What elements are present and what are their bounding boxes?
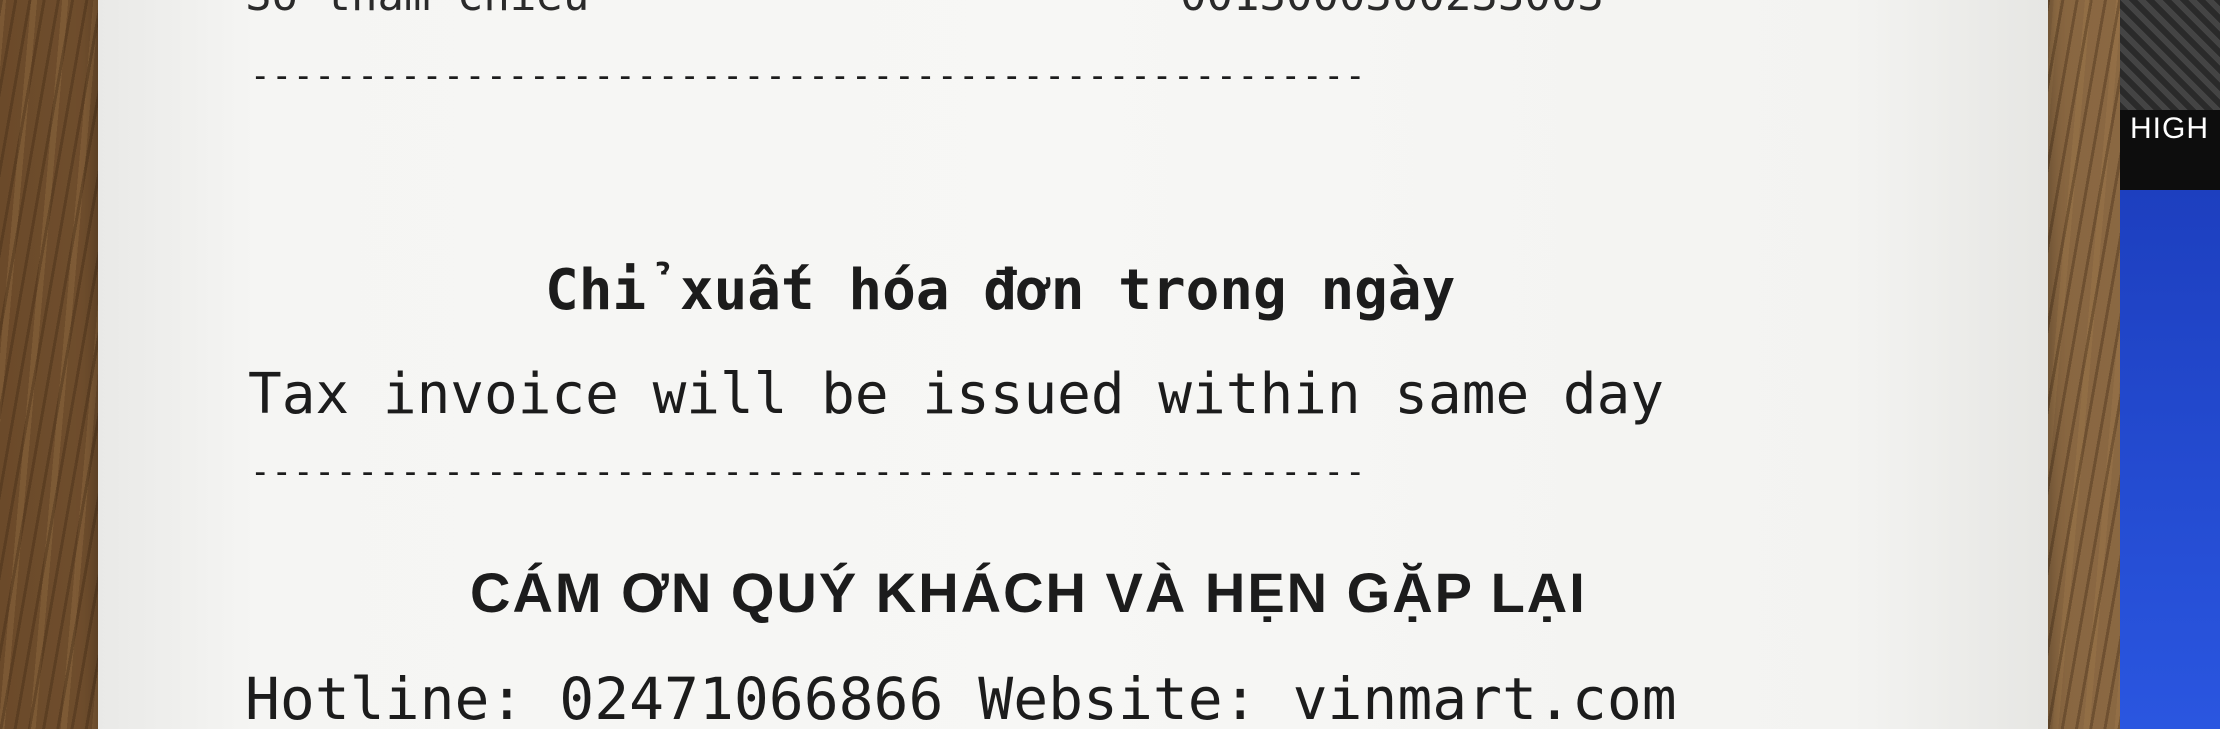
- thank-you-message: CÁM ƠN QUÝ KHÁCH VÀ HẸN GẶP LẠI: [470, 561, 1587, 624]
- reference-number: 0013000300233003: [1180, 0, 1604, 21]
- blue-product-box: HIGH: [2120, 0, 2220, 729]
- divider-top: ----------------------------------------…: [250, 56, 1367, 96]
- contact-info: Hotline: 02471066866 Website: vinmart.co…: [245, 665, 1677, 729]
- box-label: HIGH: [2130, 112, 2209, 145]
- invoice-note-english: Tax invoice will be issued within same d…: [248, 362, 1665, 427]
- divider-bottom: ----------------------------------------…: [250, 452, 1367, 492]
- box-pattern: [2120, 0, 2220, 110]
- invoice-note-vietnamese: Chỉ xuất hóa đơn trong ngày: [545, 258, 1456, 323]
- reference-label: Số tham chiếu: [245, 0, 589, 21]
